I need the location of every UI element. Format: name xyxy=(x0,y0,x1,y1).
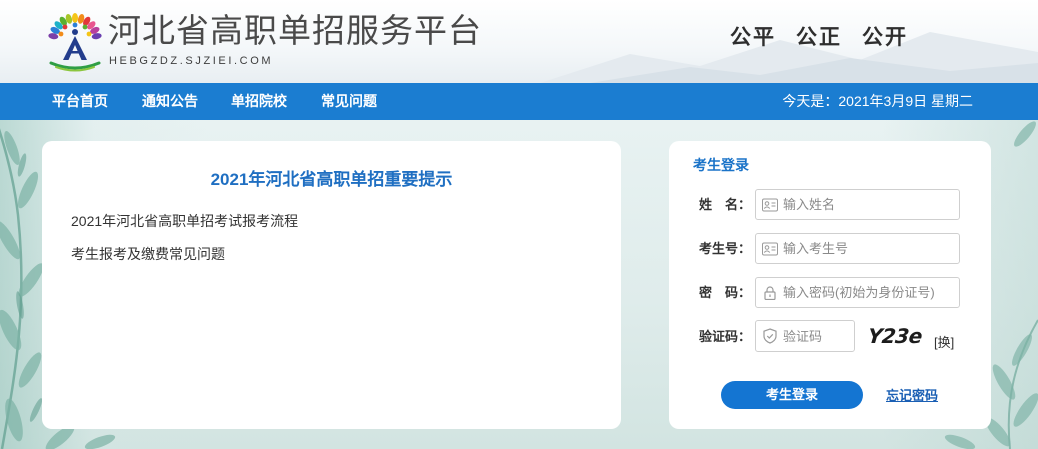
tree-logo-icon[interactable] xyxy=(44,6,106,72)
name-input-box[interactable] xyxy=(755,189,960,220)
nav-item-home[interactable]: 平台首页 xyxy=(52,83,108,120)
nav-item-notices[interactable]: 通知公告 xyxy=(142,83,198,120)
nav-item-faq[interactable]: 常见问题 xyxy=(321,83,377,120)
id-card-icon xyxy=(762,242,778,255)
exam-number-label: 考生号： xyxy=(699,241,752,256)
login-title: 考生登录 xyxy=(693,157,749,173)
main-nav: 平台首页 通知公告 单招院校 常见问题 今天是：2021年3月9日 星期二 xyxy=(0,83,1038,120)
site-title: 河北省高职单招服务平台 xyxy=(108,12,482,49)
current-date: 今天是：2021年3月9日 星期二 xyxy=(782,93,973,109)
name-input[interactable] xyxy=(783,190,955,219)
notice-link-registration-process[interactable]: 2021年河北省高职单招考试报考流程 xyxy=(71,212,298,230)
slogan-fairness: 公平 xyxy=(730,24,776,49)
name-label: 姓 名： xyxy=(699,197,752,212)
lock-icon xyxy=(764,285,776,300)
password-label: 密 码： xyxy=(699,285,752,300)
captcha-input-box[interactable] xyxy=(755,320,855,352)
form-row-password: 密 码： xyxy=(669,277,991,309)
form-row-captcha: 验证码： Y23e [换] xyxy=(669,320,991,352)
notice-card: 2021年河北省高职单招重要提示 2021年河北省高职单招考试报考流程 考生报考… xyxy=(42,141,621,429)
id-card-icon xyxy=(762,198,778,211)
slogan-justice: 公正 xyxy=(796,24,842,49)
shield-icon xyxy=(763,328,777,344)
slogan-group: 公平 公正 公开 xyxy=(730,24,908,50)
site-domain: HEBGZDZ.SJZIEI.COM xyxy=(109,55,274,67)
nav-item-colleges[interactable]: 单招院校 xyxy=(231,83,287,120)
site-header: 河北省高职单招服务平台 HEBGZDZ.SJZIEI.COM 公平 公正 公开 xyxy=(0,0,1038,83)
exam-number-input-box[interactable] xyxy=(755,233,960,264)
forgot-password-link[interactable]: 忘记密码 xyxy=(886,388,938,404)
captcha-image[interactable]: Y23e xyxy=(867,324,928,348)
captcha-label: 验证码： xyxy=(699,329,752,344)
exam-number-input[interactable] xyxy=(783,234,955,263)
captcha-refresh-link[interactable]: [换] xyxy=(934,335,954,351)
notice-link-payment-faq[interactable]: 考生报考及缴费常见问题 xyxy=(71,245,225,263)
password-input-box[interactable] xyxy=(755,277,960,308)
form-row-exam-number: 考生号： xyxy=(669,233,991,265)
form-row-name: 姓 名： xyxy=(669,189,991,221)
login-submit-button[interactable]: 考生登录 xyxy=(721,381,863,409)
captcha-input[interactable] xyxy=(783,321,850,351)
password-input[interactable] xyxy=(783,278,955,307)
main-content: 2021年河北省高职单招重要提示 2021年河北省高职单招考试报考流程 考生报考… xyxy=(0,120,1038,449)
slogan-openness: 公开 xyxy=(862,24,908,49)
notice-title: 2021年河北省高职单招重要提示 xyxy=(210,170,453,189)
login-card: 考生登录 姓 名： 考生号： 密 码： xyxy=(669,141,991,429)
